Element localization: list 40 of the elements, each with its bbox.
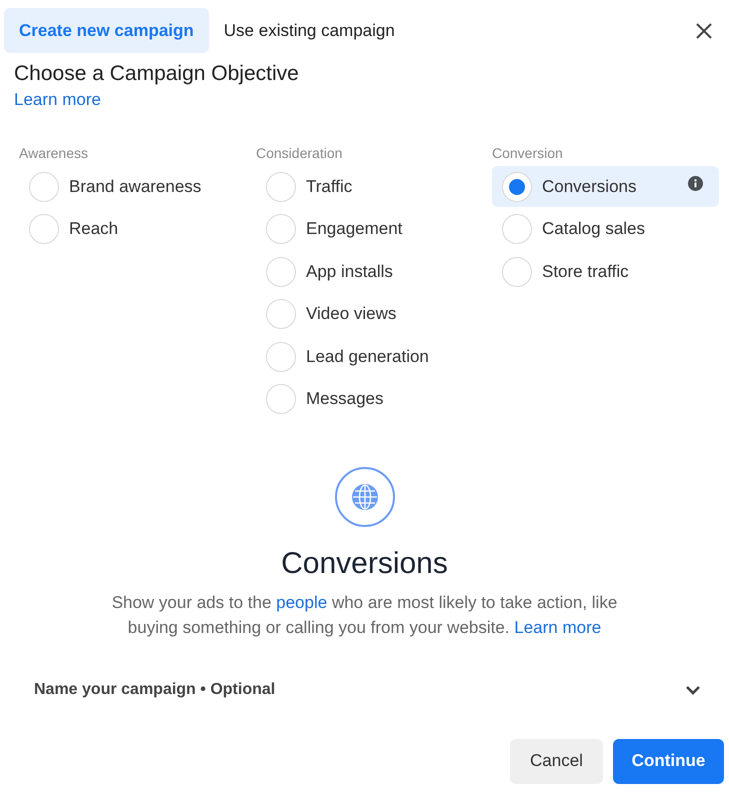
name-campaign-accordion[interactable]: Name your campaign • Optional [0,670,729,710]
tab[interactable]: Create new campaign [4,8,209,53]
radio-button[interactable] [266,256,296,286]
objective-option[interactable]: Lead generation [256,336,492,377]
continue-button[interactable]: Continue [613,738,724,784]
objective-option[interactable]: Engagement [256,208,492,250]
radio-button[interactable] [502,172,532,202]
objective-option[interactable]: Conversions [492,166,719,207]
radio-button[interactable] [266,214,296,244]
objective-option[interactable]: Traffic [256,166,492,207]
radio-button[interactable] [266,342,296,372]
radio-button[interactable] [266,299,296,329]
learn-more-link[interactable]: Learn more [514,618,602,636]
cancel-button[interactable]: Cancel [510,738,603,784]
objective-option[interactable]: Video views [256,294,492,334]
objective-description: Show your ads to the people who are most likely to take action, like buying something or calling you from your website. Learn more [110,592,618,638]
people-link[interactable]: people [276,592,328,612]
close-icon [695,22,713,40]
radio-button[interactable] [266,384,296,414]
learn-more-link[interactable]: Learn more [14,90,101,109]
objective-option[interactable]: Store traffic [492,251,719,292]
objective-heading: Conversions [281,546,448,582]
globe-icon [334,466,394,526]
objective-option[interactable]: Catalog sales [492,208,719,250]
info-icon[interactable] [688,176,703,191]
dialog-title: Choose a Campaign Objective [14,61,300,87]
objective-option[interactable]: Reach [19,208,256,250]
radio-button[interactable] [29,214,59,244]
group-heading: Awareness [19,144,90,163]
radio-button[interactable] [29,172,59,202]
objective-option[interactable]: App installs [256,251,492,292]
group-heading: Consideration [256,144,344,163]
tab[interactable]: Use existing campaign [208,8,410,53]
radio-button[interactable] [502,256,532,286]
chevron-icon [685,684,701,694]
objective-option[interactable]: Messages [256,378,492,420]
radio-button[interactable] [502,214,532,244]
radio-button[interactable] [266,172,296,202]
group-heading: Conversion [492,144,564,163]
objective-option[interactable]: Brand awareness [19,166,256,207]
